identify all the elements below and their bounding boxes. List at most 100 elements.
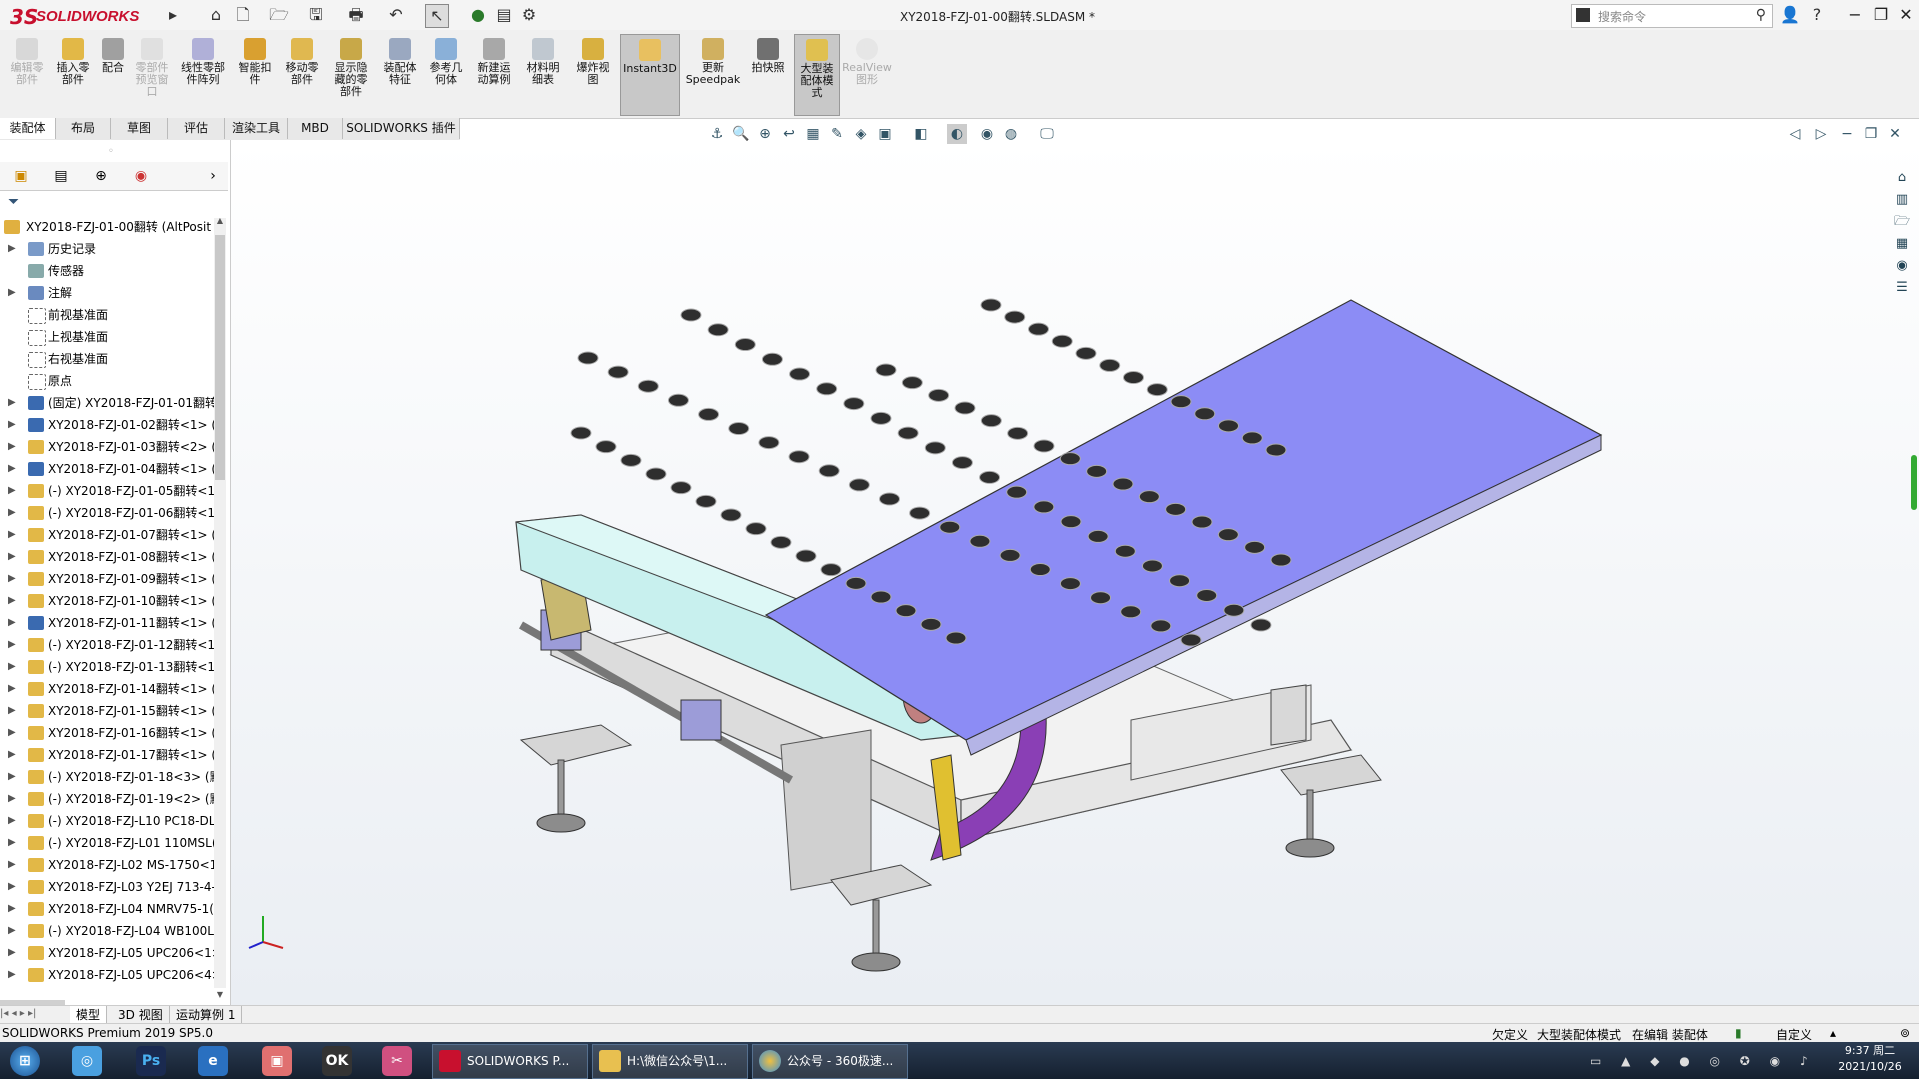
tree-root[interactable]: XY2018-FZJ-01-00翻转 (AltPosit	[0, 216, 214, 238]
scroll-up-icon[interactable]: ▲	[214, 216, 226, 225]
system-tray-icons[interactable]: ▭ ▲ ◆ ● ◎ ✪ ◉ ♪	[1590, 1054, 1816, 1068]
quick-tips-icon[interactable]: ⊚	[1900, 1026, 1910, 1040]
options-icon[interactable]: ⚙	[518, 4, 540, 26]
hide-show-items-icon[interactable]: ◧	[911, 124, 931, 144]
tree-item[interactable]: ▶ XY2018-FZJ-L04 NMRV75-1(	[0, 898, 214, 920]
user-icon[interactable]: 👤	[1779, 4, 1801, 26]
property-manager-tab-icon[interactable]: ▤	[46, 166, 76, 186]
filter-icon[interactable]: ⏷	[8, 194, 19, 210]
view-palette-icon[interactable]: ▦	[1892, 234, 1912, 254]
expand-arrow-icon[interactable]: ▶	[8, 744, 16, 766]
expand-arrow-icon[interactable]: ▶	[8, 568, 16, 590]
instant3d-button[interactable]: Instant3D	[620, 34, 680, 116]
minimize-button[interactable]: −	[1842, 4, 1868, 26]
tree-item[interactable]: 右视基准面	[0, 348, 214, 370]
large-assembly-mode-button[interactable]: 大型装 配体模 式	[794, 34, 840, 116]
reference-geometry-button[interactable]: 参考几 何体	[424, 34, 468, 114]
tree-item[interactable]: ▶ XY2018-FZJ-01-04翻转<1> (	[0, 458, 214, 480]
browser-icon[interactable]: e	[198, 1046, 228, 1076]
view-cube-icon[interactable]: ◈	[851, 124, 871, 144]
menu-expand-icon[interactable]: ▸	[162, 4, 184, 26]
zoom-to-fit-icon[interactable]: 🔍	[731, 124, 751, 144]
apply-scene-icon[interactable]: ◉	[977, 124, 997, 144]
edit-appearance-icon[interactable]: ◐	[947, 124, 967, 144]
search-commands-input[interactable]: 搜索命令 ⚲	[1571, 4, 1773, 28]
appearances-icon[interactable]: ◉	[1892, 256, 1912, 276]
scroll-down-icon[interactable]: ▼	[214, 990, 226, 999]
tree-item[interactable]: 上视基准面	[0, 326, 214, 348]
graphics-viewport[interactable]: ⚓ 🔍 ⊕ ↩ ▦ ✎ ◈ ▣ ◧ ◐ ◉ ◍ 🖵 ◁ ▷ − ❐ ✕	[231, 124, 1919, 1005]
expand-arrow-icon[interactable]: ▶	[8, 546, 16, 568]
select-icon[interactable]: ↖	[425, 4, 449, 28]
smart-fasteners-button[interactable]: 智能扣 件	[234, 34, 276, 114]
bill-of-materials-button[interactable]: 材料明 细表	[520, 34, 566, 114]
tab-mbd[interactable]: MBD	[288, 118, 343, 139]
tree-item[interactable]: 前视基准面	[0, 304, 214, 326]
help-icon[interactable]: ?	[1806, 4, 1828, 26]
tree-item[interactable]: ▶ 历史记录	[0, 238, 214, 260]
tree-scrollbar-thumb[interactable]	[215, 235, 225, 480]
viewport-restore-icon[interactable]: ❐	[1861, 124, 1881, 144]
expand-arrow-icon[interactable]: ▶	[8, 700, 16, 722]
taskbar-task-solidworks[interactable]: SOLIDWORKS P...	[432, 1044, 588, 1079]
panel-grip-icon[interactable]: ◦	[108, 146, 114, 157]
display-style-icon[interactable]: ▣	[875, 124, 895, 144]
tree-item[interactable]: ▶ XY2018-FZJ-01-11翻转<1> (	[0, 612, 214, 634]
expand-arrow-icon[interactable]: ▶	[8, 612, 16, 634]
expand-arrow-icon[interactable]: ▶	[8, 898, 16, 920]
units-dropdown-icon[interactable]: ▴	[1830, 1026, 1836, 1040]
tree-item[interactable]: ▶ (-) XY2018-FZJ-01-12翻转<1	[0, 634, 214, 656]
tab-sketch[interactable]: 草图	[111, 118, 168, 139]
tab-render-tools[interactable]: 渲染工具	[225, 118, 288, 139]
solidworks-resources-icon[interactable]: ⌂	[1892, 168, 1912, 188]
expand-arrow-icon[interactable]: ▶	[8, 920, 16, 942]
taskbar-clock[interactable]: 9:37 周二 2021/10/26	[1830, 1043, 1910, 1075]
expand-arrow-icon[interactable]: ▶	[8, 964, 16, 986]
expand-arrow-icon[interactable]: ▶	[8, 678, 16, 700]
save-icon[interactable]: 🖫	[305, 4, 327, 26]
custom-properties-icon[interactable]: ☰	[1892, 278, 1912, 298]
display-manager-tab-icon[interactable]: ◉	[126, 166, 156, 186]
tree-item[interactable]: 原点	[0, 370, 214, 392]
configuration-manager-tab-icon[interactable]: ⊕	[86, 166, 116, 186]
expand-arrow-icon[interactable]: ▶	[8, 788, 16, 810]
viewport-close-icon[interactable]: ✕	[1885, 124, 1905, 144]
print-icon[interactable]: 🖶	[345, 4, 367, 26]
tree-item[interactable]: ▶ XY2018-FZJ-L02 MS-1750<1	[0, 854, 214, 876]
tab-scroll-arrows-icon[interactable]: |◂ ◂ ▸ ▸|	[0, 1008, 36, 1019]
section-view-icon[interactable]: ▦	[803, 124, 823, 144]
expand-arrow-icon[interactable]: ▶	[8, 766, 16, 788]
tree-item[interactable]: ▶ (-) XY2018-FZJ-L10 PC18-DL	[0, 810, 214, 832]
panel-expand-icon[interactable]: ›	[198, 166, 228, 186]
assembly-model[interactable]	[231, 140, 1919, 1005]
tree-item[interactable]: ▶ XY2018-FZJ-01-14翻转<1> (	[0, 678, 214, 700]
expand-arrow-icon[interactable]: ▶	[8, 590, 16, 612]
expand-arrow-icon[interactable]: ▶	[8, 854, 16, 876]
tree-item[interactable]: ▶ (固定) XY2018-FZJ-01-01翻转	[0, 392, 214, 414]
file-explorer-icon[interactable]: 🗁	[1892, 212, 1912, 232]
design-library-icon[interactable]: ▥	[1892, 190, 1912, 210]
units-selector[interactable]: 自定义	[1776, 1026, 1812, 1043]
new-document-icon[interactable]: 🗋	[232, 4, 254, 26]
expand-arrow-icon[interactable]: ▶	[8, 832, 16, 854]
realview-graphics-button[interactable]: RealView 图形	[842, 34, 892, 114]
file-properties-icon[interactable]: ▤	[493, 4, 515, 26]
tree-item[interactable]: ▶ XY2018-FZJ-01-10翻转<1> (	[0, 590, 214, 612]
viewport-prev-icon[interactable]: ◁	[1785, 124, 1805, 144]
obs-icon[interactable]: OK	[322, 1046, 352, 1076]
tab-solidworks-addins[interactable]: SOLIDWORKS 插件	[343, 118, 460, 139]
move-component-button[interactable]: 移动零 部件	[280, 34, 324, 114]
previous-view-icon[interactable]: ↩	[779, 124, 799, 144]
expand-arrow-icon[interactable]: ▶	[8, 282, 16, 304]
tree-item[interactable]: ▶ 注解	[0, 282, 214, 304]
expand-arrow-icon[interactable]: ▶	[8, 436, 16, 458]
task-pane-grip[interactable]	[1911, 455, 1917, 510]
search-scope-icon[interactable]	[1576, 8, 1590, 22]
undo-icon[interactable]: ↶	[385, 4, 407, 26]
tree-item[interactable]: ▶ (-) XY2018-FZJ-L04 WB100LI	[0, 920, 214, 942]
tab-layout[interactable]: 布局	[56, 118, 111, 139]
tree-item[interactable]: ▶ (-) XY2018-FZJ-01-06翻转<1	[0, 502, 214, 524]
expand-arrow-icon[interactable]: ▶	[8, 810, 16, 832]
home-icon[interactable]: ⌂	[205, 4, 227, 26]
tree-item[interactable]: ▶ (-) XY2018-FZJ-L01 110MSL(	[0, 832, 214, 854]
